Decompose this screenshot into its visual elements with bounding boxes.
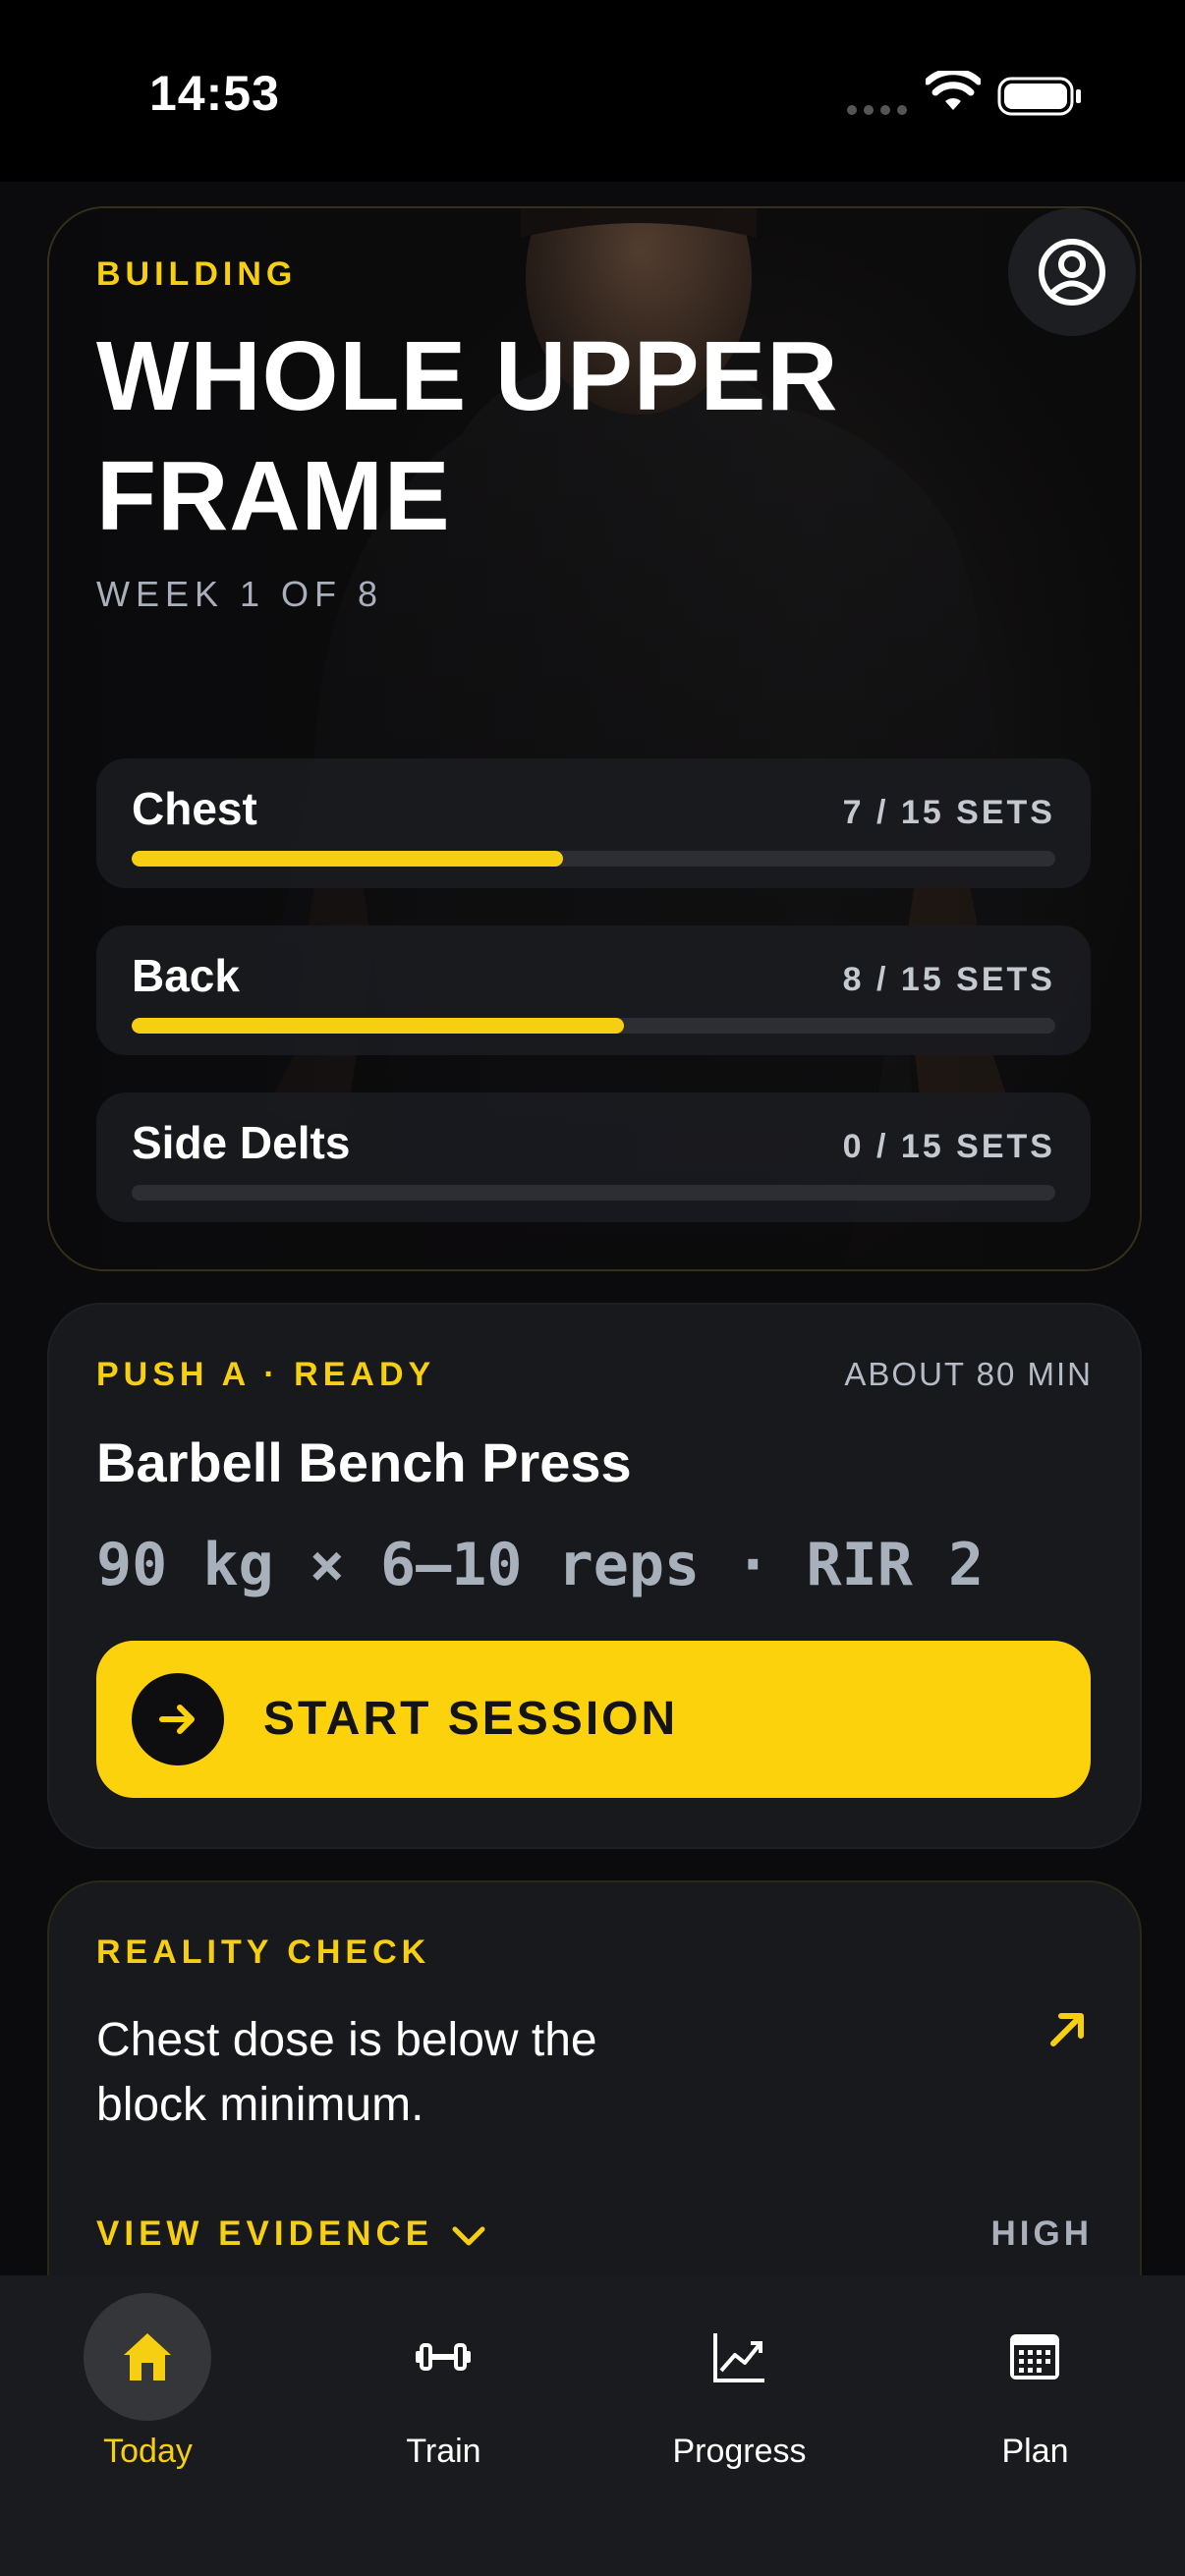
arrow-right-icon [132, 1673, 224, 1765]
muscle-sets: 7 / 15 SETS [842, 794, 1055, 831]
calendar-icon [971, 2293, 1099, 2421]
block-title: WHOLE UPPER FRAME [96, 321, 839, 551]
status-time: 14:53 [149, 66, 280, 121]
wifi-icon [926, 71, 981, 110]
volume-progress-fill [132, 851, 563, 867]
muscle-volume-side-delts[interactable]: Side Delts 0 / 15 SETS [96, 1092, 1091, 1222]
volume-progress-fill [132, 1018, 625, 1034]
trend-chart-icon [675, 2293, 803, 2421]
muscle-name: Back [132, 950, 240, 1001]
muscle-name: Side Delts [132, 1117, 351, 1168]
user-icon [1039, 239, 1105, 306]
battery-icon [997, 77, 1081, 116]
session-status-label: PUSH A · READY [96, 1356, 436, 1393]
cellular-signal-icon [847, 101, 908, 117]
exercise-name: Barbell Bench Press [96, 1431, 632, 1493]
next-session-card: PUSH A · READY ABOUT 80 MIN Barbell Benc… [47, 1303, 1142, 1849]
view-evidence-button[interactable]: VIEW EVIDENCE [96, 2214, 486, 2254]
reality-check-label: REALITY CHECK [96, 1933, 431, 1971]
tab-bar: Today Train Progress Plan [0, 2275, 1185, 2576]
tab-train[interactable]: Train [296, 2275, 592, 2492]
profile-button[interactable] [1008, 208, 1136, 336]
tab-label: Train [406, 2433, 481, 2470]
tab-label: Today [103, 2433, 193, 2470]
exercise-prescription: 90 kg × 6–10 reps · RIR 2 [96, 1531, 985, 1599]
session-duration: ABOUT 80 MIN [844, 1356, 1093, 1392]
tab-label: Progress [672, 2433, 807, 2470]
start-session-button[interactable]: START SESSION [96, 1641, 1091, 1798]
training-block-card[interactable]: BUILDING WHOLE UPPER FRAME WEEK 1 OF 8 C… [47, 206, 1142, 1271]
tab-today[interactable]: Today [0, 2275, 296, 2492]
muscle-sets: 0 / 15 SETS [842, 1128, 1055, 1165]
home-icon [84, 2293, 211, 2421]
chevron-down-icon [452, 2226, 485, 2246]
block-status-label: BUILDING [96, 255, 298, 293]
dumbbell-icon [379, 2293, 507, 2421]
volume-progress-bar [132, 1018, 1055, 1034]
muscle-volume-back[interactable]: Back 8 / 15 SETS [96, 925, 1091, 1055]
tab-plan[interactable]: Plan [887, 2275, 1183, 2492]
muscle-sets: 8 / 15 SETS [842, 961, 1055, 998]
arrow-up-right-icon[interactable] [1047, 2008, 1089, 2049]
severity-badge: HIGH [990, 2214, 1093, 2253]
volume-progress-bar [132, 851, 1055, 867]
reality-check-message: Chest dose is below the block minimum. [96, 2014, 597, 2131]
start-session-label: START SESSION [263, 1693, 679, 1745]
status-bar: 14:53 [0, 0, 1185, 182]
volume-progress-bar [132, 1185, 1055, 1201]
muscle-name: Chest [132, 783, 257, 834]
muscle-volume-chest[interactable]: Chest 7 / 15 SETS [96, 758, 1091, 888]
tab-label: Plan [1001, 2433, 1069, 2470]
tab-progress[interactable]: Progress [592, 2275, 887, 2492]
week-progress: WEEK 1 OF 8 [96, 574, 384, 614]
